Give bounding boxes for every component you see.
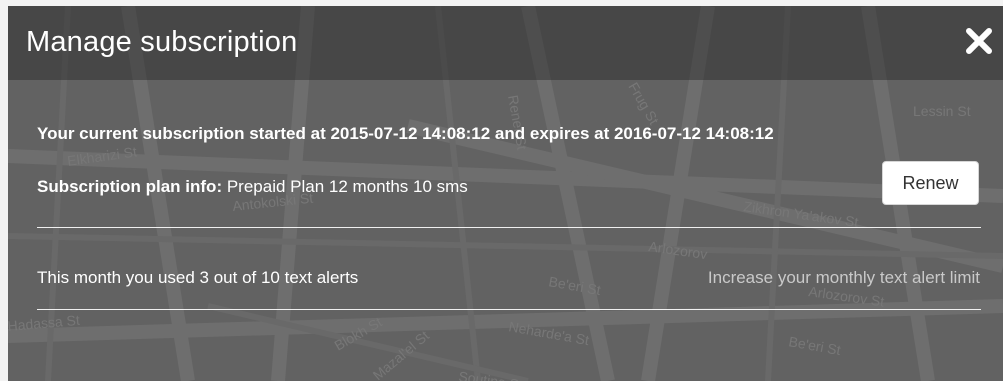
close-button[interactable]: [964, 26, 994, 56]
usage-text: This month you used 3 out of 10 text ale…: [37, 268, 359, 287]
subscription-period-text: Your current subscription started at 201…: [37, 124, 774, 143]
renew-button[interactable]: Renew: [882, 161, 979, 205]
dialog-header: Manage subscription: [8, 6, 1003, 80]
divider-bottom: [37, 309, 981, 310]
close-icon: [966, 28, 992, 54]
page-backdrop: Lessin St Elkharizi St Antokolski St Zik…: [0, 0, 1003, 381]
subscription-plan-info: Subscription plan info: Prepaid Plan 12 …: [37, 177, 468, 197]
dialog-title: Manage subscription: [26, 26, 298, 58]
plan-info-label: Subscription plan info:: [37, 177, 223, 196]
divider-top: [37, 227, 981, 228]
increase-limit-link[interactable]: Increase your monthly text alert limit: [708, 268, 980, 288]
plan-info-value: Prepaid Plan 12 months 10 sms: [226, 177, 468, 196]
subscription-dialog: Lessin St Elkharizi St Antokolski St Zik…: [8, 6, 1003, 381]
